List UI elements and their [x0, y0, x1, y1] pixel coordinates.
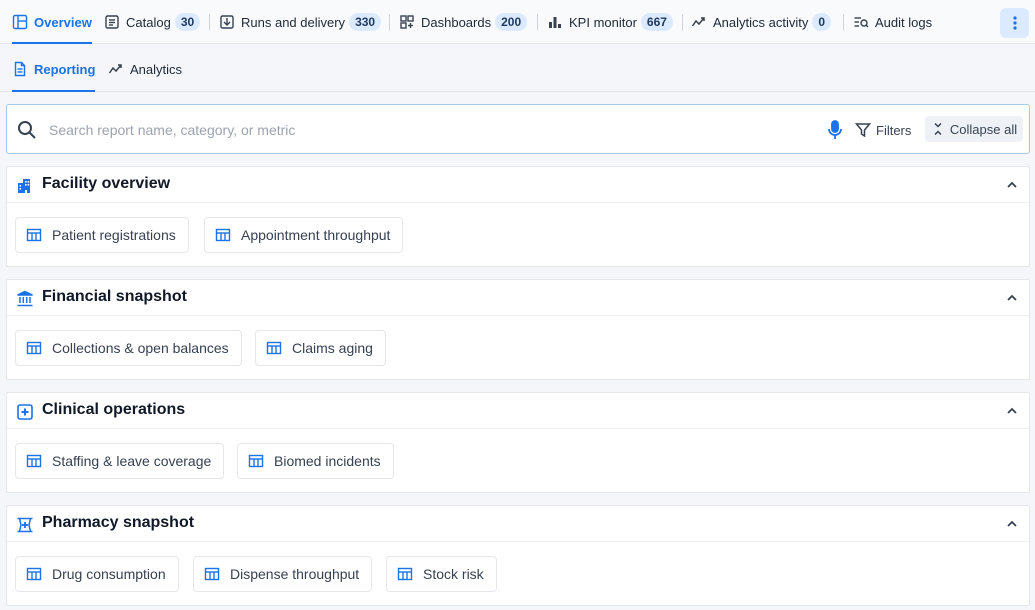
report-chip[interactable]: Patient registrations [15, 217, 189, 253]
tab-catalog[interactable]: Catalog 30 [104, 0, 201, 44]
tab-label: Runs and delivery [241, 14, 346, 30]
divider [209, 14, 210, 30]
tab-overview[interactable]: Overview [12, 0, 92, 44]
section-clinical-operations: Clinical operations Staffing & leave cov… [6, 392, 1030, 493]
dashboard-icon [399, 14, 415, 30]
chevron-up-icon[interactable] [1005, 404, 1019, 418]
tab-label: KPI monitor [569, 14, 637, 30]
tab-label: Audit logs [875, 14, 933, 30]
report-label: Claims aging [292, 340, 373, 356]
section-title: Pharmacy snapshot [42, 514, 195, 531]
divider [843, 14, 844, 30]
top-nav: Overview Catalog 30 Runs and delivery 33… [0, 0, 1035, 44]
subtab-label: Reporting [34, 61, 96, 77]
tab-label: Overview [34, 14, 92, 30]
table-icon [397, 566, 413, 582]
table-icon [215, 227, 231, 243]
bar-chart-icon [547, 14, 563, 30]
divider [682, 14, 683, 30]
count-badge: 0 [812, 13, 832, 31]
tab-dashboards[interactable]: Dashboards 200 [399, 0, 528, 44]
count-badge: 30 [174, 13, 201, 31]
building-icon [18, 179, 30, 193]
tab-label: Analytics activity [713, 14, 809, 30]
table-icon [204, 566, 220, 582]
subtab-label: Analytics [130, 61, 183, 77]
report-label: Dispense throughput [230, 566, 360, 582]
search-input[interactable] [49, 117, 789, 143]
subtab-reporting[interactable]: Reporting [12, 46, 96, 92]
section-header[interactable]: Financial snapshot [7, 280, 1029, 316]
report-chip[interactable]: Staffing & leave coverage [15, 443, 225, 479]
export-icon [219, 14, 235, 30]
table-icon [248, 453, 264, 469]
section-facility-overview: Facility overview Patient registrations … [6, 166, 1030, 267]
report-label: Appointment throughput [241, 227, 391, 243]
section-pharmacy-snapshot: Pharmacy snapshot Drug consumption Dispe… [6, 505, 1030, 606]
tab-label: Catalog [126, 14, 171, 30]
count-badge: 330 [349, 13, 382, 31]
layout-icon [12, 14, 28, 30]
divider [389, 14, 390, 30]
report-chip[interactable]: Drug consumption [15, 556, 179, 592]
tab-analytics-activity[interactable]: Analytics activity 0 [691, 0, 832, 44]
report-chip[interactable]: Biomed incidents [237, 443, 394, 479]
report-chip[interactable]: Collections & open balances [15, 330, 242, 366]
report-chip[interactable]: Claims aging [255, 330, 386, 366]
microphone-icon[interactable] [825, 119, 845, 141]
kebab-icon [1012, 16, 1017, 30]
chevron-up-icon[interactable] [1005, 178, 1019, 192]
report-label: Biomed incidents [274, 453, 381, 469]
medical-plus-icon [17, 404, 33, 420]
section-title: Clinical operations [42, 401, 186, 418]
collapse-all-button[interactable]: Collapse all [925, 116, 1023, 142]
table-icon [26, 566, 42, 582]
report-chip[interactable]: Appointment throughput [204, 217, 404, 253]
table-icon [266, 340, 282, 356]
subtab-analytics[interactable]: Analytics [108, 46, 182, 92]
document-icon [12, 61, 28, 77]
table-icon [26, 340, 42, 356]
trend-icon [691, 14, 707, 30]
trend-icon [108, 61, 124, 77]
audit-icon [853, 14, 869, 30]
report-label: Patient registrations [52, 227, 176, 243]
report-chip[interactable]: Stock risk [386, 556, 497, 592]
report-label: Stock risk [423, 566, 484, 582]
chevron-up-icon[interactable] [1005, 291, 1019, 305]
bank-icon [17, 290, 33, 307]
section-title: Facility overview [42, 175, 171, 192]
count-badge: 667 [640, 13, 673, 31]
table-icon [26, 453, 42, 469]
list-icon [104, 14, 120, 30]
section-header[interactable]: Clinical operations [7, 393, 1029, 429]
count-badge: 200 [495, 13, 528, 31]
tab-runs-and-delivery[interactable]: Runs and delivery 330 [219, 0, 382, 44]
more-options-button[interactable] [1000, 8, 1029, 38]
pharmacy-icon [17, 517, 33, 533]
tab-label: Dashboards [421, 14, 492, 30]
report-chip[interactable]: Dispense throughput [193, 556, 373, 592]
tab-audit-logs[interactable]: Audit logs [853, 0, 932, 44]
report-label: Staffing & leave coverage [52, 453, 212, 469]
table-icon [26, 227, 42, 243]
section-header[interactable]: Pharmacy snapshot [7, 506, 1029, 542]
report-label: Collections & open balances [52, 340, 229, 356]
divider [537, 14, 538, 30]
section-title: Financial snapshot [42, 288, 187, 305]
sub-nav: Reporting Analytics [0, 46, 1035, 92]
section-financial-snapshot: Financial snapshot Collections & open ba… [6, 279, 1030, 380]
tab-kpi-monitor[interactable]: KPI monitor 667 [547, 0, 673, 44]
search-bar: Filters Collapse all [6, 104, 1030, 154]
search-icon [18, 121, 36, 139]
collapse-icon [934, 122, 942, 136]
filters-button[interactable]: Filters [855, 117, 911, 143]
filters-label: Filters [876, 122, 912, 138]
report-label: Drug consumption [52, 566, 166, 582]
collapse-label: Collapse all [949, 121, 1018, 137]
chevron-up-icon[interactable] [1005, 517, 1019, 531]
filter-icon [855, 123, 871, 138]
section-header[interactable]: Facility overview [7, 167, 1029, 203]
